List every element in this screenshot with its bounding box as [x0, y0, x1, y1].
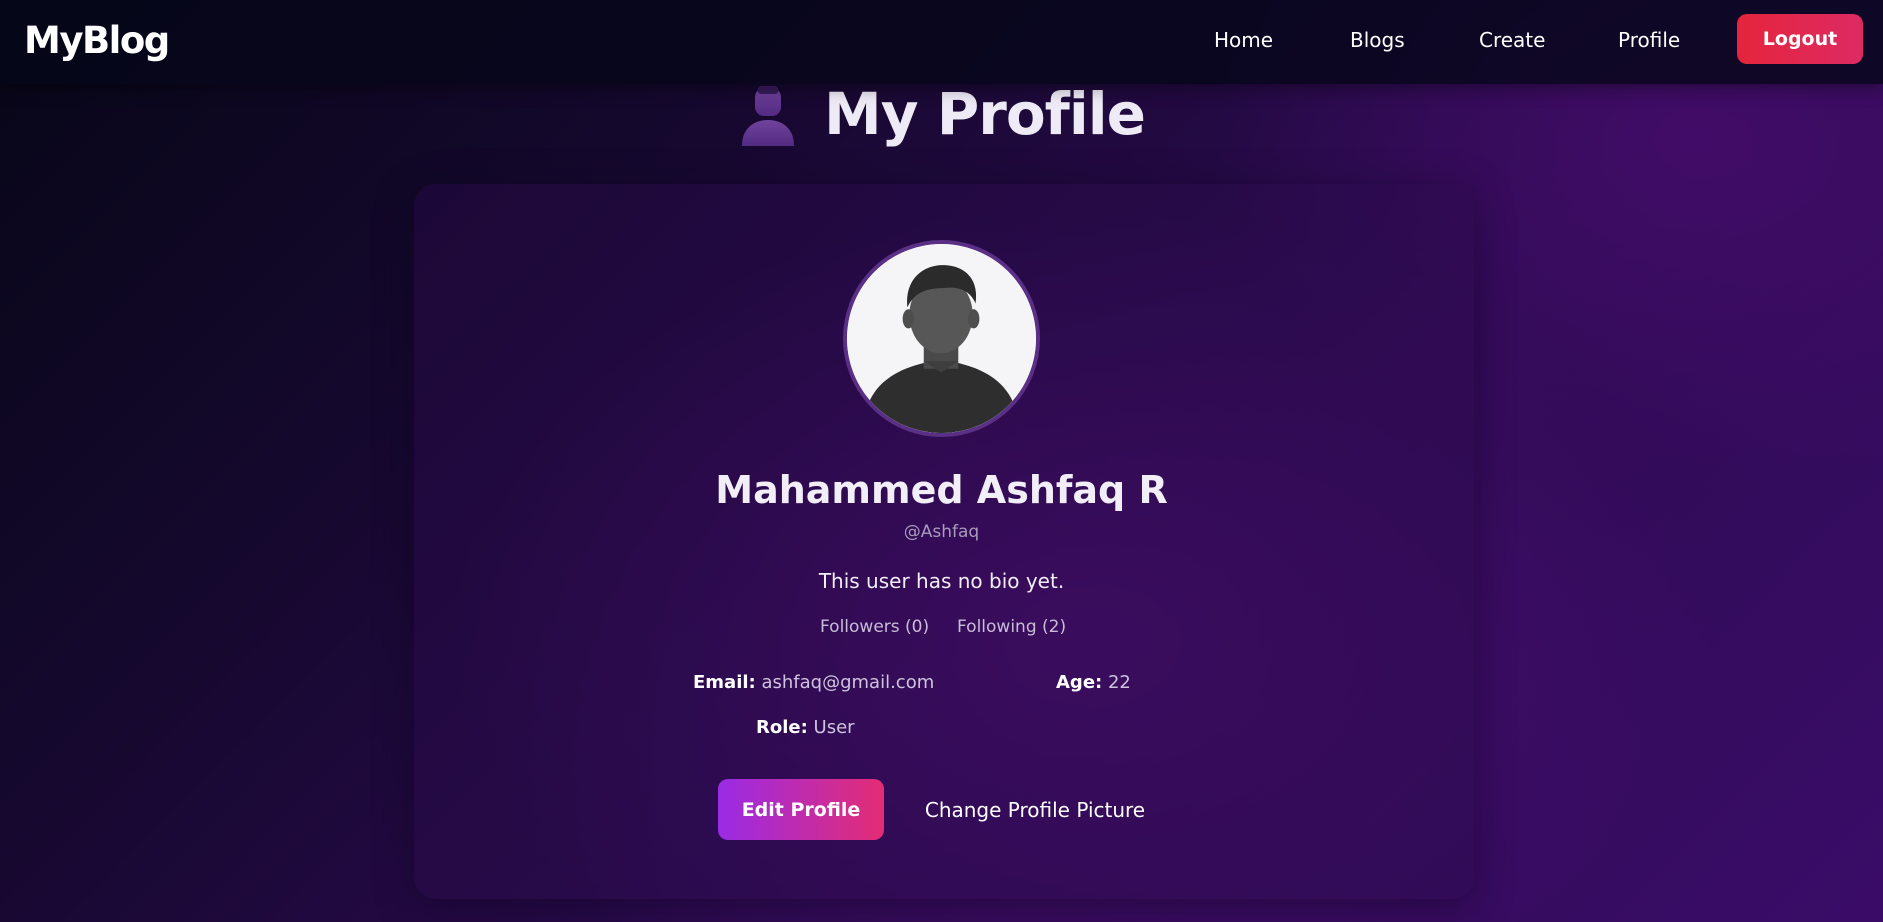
followers-link[interactable]: Followers (0): [820, 617, 929, 637]
nav-link-profile[interactable]: Profile: [1618, 28, 1680, 52]
role-label: Role:: [756, 717, 808, 738]
role-info: Role: User: [756, 717, 855, 738]
brand-logo[interactable]: MyBlog: [24, 19, 170, 62]
age-value: 22: [1107, 672, 1131, 693]
change-profile-picture-button[interactable]: Change Profile Picture: [922, 779, 1148, 840]
email-value: ashfaq@gmail.com: [761, 672, 935, 693]
email-label: Email:: [693, 672, 756, 693]
default-avatar-icon[interactable]: [843, 240, 1040, 437]
nav-link-create[interactable]: Create: [1479, 28, 1545, 52]
age-info: Age: 22: [1056, 672, 1131, 693]
edit-profile-button[interactable]: Edit Profile: [718, 779, 884, 840]
profile-username: @Ashfaq: [903, 522, 980, 542]
page-title: My Profile: [823, 80, 1146, 148]
profile-bio: This user has no bio yet.: [818, 569, 1065, 593]
age-label: Age:: [1056, 672, 1103, 693]
nav-link-blogs[interactable]: Blogs: [1350, 28, 1405, 52]
logout-button[interactable]: Logout: [1737, 14, 1863, 64]
role-value: User: [813, 717, 855, 738]
following-link[interactable]: Following (2): [957, 617, 1066, 637]
email-info: Email: ashfaq@gmail.com: [693, 672, 934, 693]
navbar: MyBlog Home Blogs Create Profile Logout: [0, 0, 1883, 84]
profile-name: Mahammed Ashfaq R: [715, 468, 1168, 512]
user-icon: [741, 86, 794, 146]
page-heading: My Profile: [0, 74, 1883, 154]
nav-link-home[interactable]: Home: [1214, 28, 1273, 52]
